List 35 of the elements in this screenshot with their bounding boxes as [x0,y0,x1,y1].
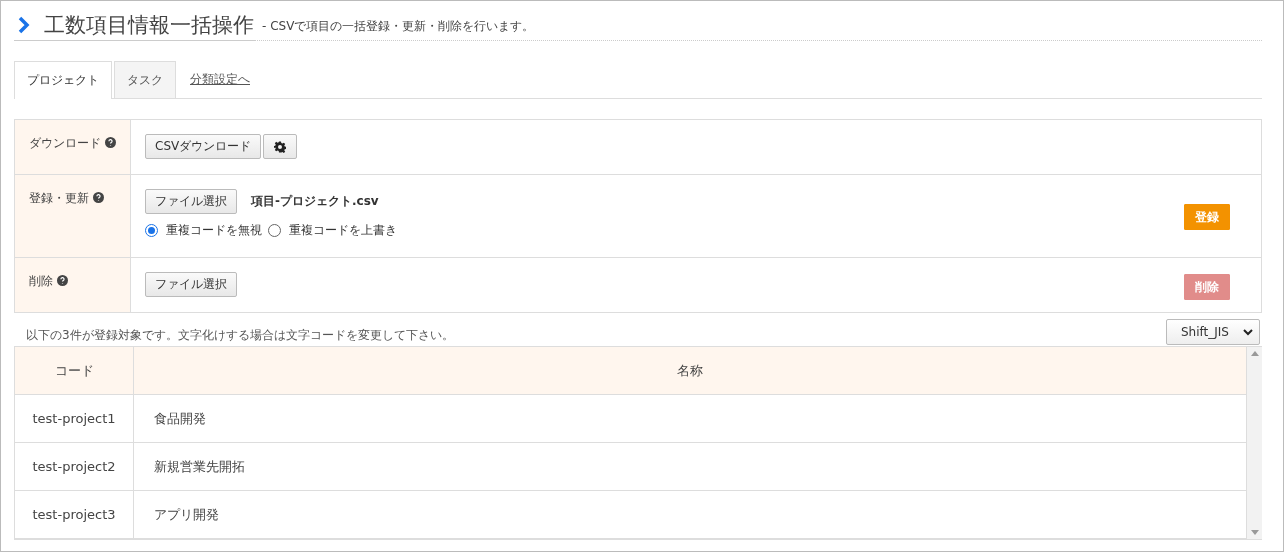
row-label: 削除 [29,273,53,290]
radio-button[interactable] [145,224,158,237]
scrollbar[interactable] [1246,347,1262,539]
help-icon[interactable] [93,192,104,203]
scroll-down-icon[interactable] [1250,530,1259,535]
chevron-down-icon [1243,328,1253,336]
chevron-icon [18,16,30,34]
note-text: 以下の3件が登録対象です。文字化けする場合は文字コードを変更して下さい。 [26,327,454,344]
table-cell-text: アプリ開発 [153,505,220,524]
tab[interactable]: プロジェクト [14,61,112,99]
radio-label: 重複コードを上書き [289,222,397,239]
file-select-button[interactable]: ファイル選択 [145,189,237,214]
page-subtitle: - CSVで項目の一括登録・更新・削除を行います。 [262,18,535,35]
row-label: 登録・更新 [29,190,89,207]
tab[interactable]: タスク [114,61,176,98]
page-title: 工数項目情報一括操作 [44,12,254,39]
table-cell: test-project2 [15,443,134,490]
settings-link[interactable]: 分類設定へ [178,61,262,98]
settings-button[interactable] [263,134,298,159]
table-cell: test-project1 [15,395,134,442]
radio-label: 重複コードを無視 [166,222,262,239]
row-label: ダウンロード [29,135,101,152]
table-cell-text: 新規営業先開拓 [153,457,246,476]
encoding-select[interactable]: Shift_JIS [1166,319,1260,345]
file-name: 項目-プロジェクト.csv [251,193,379,210]
help-icon[interactable] [57,275,68,286]
radio-button[interactable] [268,224,281,237]
table-cell-text: 食品開発 [153,409,207,428]
column-header: 名称 [676,361,704,380]
help-icon[interactable] [105,137,116,148]
download-button[interactable]: CSVダウンロード [145,134,262,159]
table-cell: test-project3 [15,491,134,538]
scroll-up-icon[interactable] [1250,351,1259,356]
column-header: コード [15,347,134,394]
gear-icon [274,140,287,153]
